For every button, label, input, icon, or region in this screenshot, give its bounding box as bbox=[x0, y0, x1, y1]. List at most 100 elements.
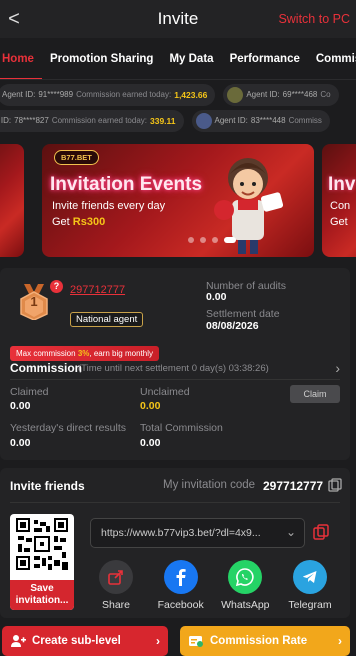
avatar-icon bbox=[227, 87, 244, 103]
carousel-indicator bbox=[188, 237, 236, 243]
ticker-item: Agent ID: 83****448 Commiss bbox=[191, 110, 330, 132]
tab-performance[interactable]: Performance bbox=[222, 38, 308, 79]
commission-rate-icon bbox=[189, 636, 203, 647]
total-commission-value: 0.00 bbox=[140, 437, 161, 449]
telegram-icon bbox=[292, 560, 327, 594]
max-commission-value: 3% bbox=[77, 349, 90, 358]
agent-type-badge: National agent bbox=[70, 312, 144, 327]
claimed-value: 0.00 bbox=[10, 400, 31, 412]
agent-uid[interactable]: 297712777 bbox=[70, 284, 125, 296]
create-sub-level-button[interactable]: Create sub-level › bbox=[2, 626, 168, 656]
banner-line2-prefix: Get bbox=[52, 216, 70, 228]
facebook-label: Facebook bbox=[157, 599, 204, 611]
commission-title[interactable]: Commission bbox=[10, 361, 82, 375]
yesterday-value: 0.00 bbox=[10, 437, 31, 449]
share-button[interactable]: Share bbox=[88, 560, 144, 611]
save-invitation-button[interactable]: Save invitation... bbox=[10, 580, 74, 610]
ticker-text: Co bbox=[320, 90, 331, 99]
invitation-code: 297712777 bbox=[263, 479, 324, 493]
invitation-link-field[interactable]: https://www.b77vip3.bet/?dl=4x9... ⌄ bbox=[90, 518, 305, 548]
rank-number: 1 bbox=[30, 294, 38, 309]
max-commission-badge: Max commission 3%, earn big monthly bbox=[10, 346, 159, 361]
ticker-agent-id: 83****448 bbox=[250, 116, 286, 125]
ticker-item: Agent ID: 69****468 Co bbox=[223, 84, 339, 106]
avatar-icon bbox=[195, 113, 212, 129]
whatsapp-icon bbox=[228, 560, 263, 594]
total-commission-label: Total Commission bbox=[140, 422, 223, 434]
ticker-item: nt ID: 78****827 Commission earned today… bbox=[0, 110, 184, 132]
ticker-label: Agent ID: bbox=[214, 116, 248, 125]
ticker-item: Agent ID: 91****989 Commission earned to… bbox=[0, 84, 216, 106]
banner-line2: Get Rs300 bbox=[52, 216, 105, 228]
banner-peek-line2: Get bbox=[330, 216, 348, 228]
copy-icon[interactable] bbox=[328, 478, 342, 492]
tab-my-data[interactable]: My Data bbox=[161, 38, 221, 79]
carousel-dot[interactable] bbox=[200, 237, 206, 243]
chevron-right-icon: › bbox=[338, 634, 342, 648]
qr-code-icon bbox=[16, 518, 68, 570]
top-bar: < Invite Switch to PC bbox=[0, 0, 356, 38]
ticker-value: 339.11 bbox=[149, 116, 176, 126]
ticker-agent-id: 69****468 bbox=[282, 90, 318, 99]
ticker-label: Agent ID: bbox=[2, 90, 36, 99]
share-label: Share bbox=[101, 599, 131, 611]
ticker-label: nt ID: bbox=[0, 116, 12, 125]
banner-amount: Rs300 bbox=[72, 216, 106, 228]
ticker-agent-id: 78****827 bbox=[14, 116, 49, 125]
chevron-right-icon: › bbox=[156, 634, 160, 648]
share-icon bbox=[99, 560, 133, 594]
agent-commission-card: 1 ? 297712777 National agent Number of a… bbox=[0, 268, 350, 460]
telegram-label: Telegram bbox=[288, 599, 332, 611]
banner-peek-line1: Con bbox=[330, 200, 351, 212]
invitation-link-text: https://www.b77vip3.bet/?dl=4x9... bbox=[101, 527, 261, 539]
help-icon[interactable]: ? bbox=[50, 280, 63, 293]
tab-home[interactable]: Home bbox=[0, 38, 42, 79]
commission-rate-label: Commission Rate bbox=[210, 635, 308, 647]
ticker-value: 1,423.66 bbox=[174, 90, 208, 100]
tab-promotion-sharing[interactable]: Promotion Sharing bbox=[42, 38, 162, 79]
chevron-right-icon[interactable]: › bbox=[335, 360, 340, 376]
ticker-agent-id: 91****989 bbox=[38, 90, 74, 99]
ticker-label: Agent ID: bbox=[246, 90, 280, 99]
claimed-label: Claimed bbox=[10, 386, 49, 398]
claim-button[interactable]: Claim bbox=[290, 385, 340, 403]
banner-slide-prev[interactable] bbox=[0, 144, 24, 257]
whatsapp-share-button[interactable]: WhatsApp bbox=[217, 560, 273, 611]
ticker-text: Commission earned today: bbox=[76, 90, 172, 99]
create-sub-level-label: Create sub-level bbox=[32, 635, 121, 647]
carousel-dot[interactable] bbox=[188, 237, 194, 243]
telegram-share-button[interactable]: Telegram bbox=[282, 560, 338, 611]
whatsapp-label: WhatsApp bbox=[221, 599, 270, 611]
banner-slide-invitation-events[interactable]: B77.BET Invitation Events Invite friends… bbox=[42, 144, 314, 257]
chevron-down-icon[interactable]: ⌄ bbox=[286, 525, 296, 539]
banner-carousel[interactable]: B77.BET Invitation Events Invite friends… bbox=[0, 144, 356, 257]
yesterday-label: Yesterday's direct results bbox=[10, 422, 127, 434]
settlement-value: 08/08/2026 bbox=[206, 320, 259, 332]
invitation-code-label: My invitation code bbox=[163, 479, 256, 491]
copy-link-icon[interactable] bbox=[313, 524, 329, 540]
commission-ticker: Agent ID: 91****989 Commission earned to… bbox=[0, 80, 356, 136]
bottom-actions: Create sub-level › Commission Rate › bbox=[0, 626, 356, 656]
banner-title: Invitation Events bbox=[50, 174, 203, 195]
unclaimed-value: 0.00 bbox=[140, 400, 161, 412]
facebook-icon bbox=[163, 560, 198, 594]
divider bbox=[10, 502, 340, 503]
tab-commission[interactable]: Commission bbox=[308, 38, 356, 79]
commission-rate-button[interactable]: Commission Rate › bbox=[180, 626, 350, 656]
max-commission-suffix: , earn big monthly bbox=[89, 349, 153, 358]
carousel-dot-active[interactable] bbox=[224, 237, 236, 243]
carousel-dot[interactable] bbox=[212, 237, 218, 243]
add-user-icon bbox=[11, 635, 26, 647]
invite-friends-panel: Invite friends My invitation code 297712… bbox=[0, 468, 350, 618]
qr-code-card[interactable]: Save invitation... bbox=[10, 514, 74, 610]
facebook-share-button[interactable]: Facebook bbox=[153, 560, 209, 611]
unclaimed-label: Unclaimed bbox=[140, 386, 190, 398]
switch-to-pc-link[interactable]: Switch to PC bbox=[278, 12, 350, 26]
audits-value: 0.00 bbox=[206, 291, 227, 303]
ticker-text: Commiss bbox=[288, 116, 322, 125]
divider bbox=[10, 379, 340, 380]
settlement-countdown: (Time until next settlement 0 day(s) 03:… bbox=[78, 363, 269, 374]
max-commission-prefix: Max commission bbox=[16, 349, 76, 358]
banner-slide-next[interactable]: Inv Con Get bbox=[322, 144, 356, 257]
banner-line1: Invite friends every day bbox=[52, 200, 166, 212]
